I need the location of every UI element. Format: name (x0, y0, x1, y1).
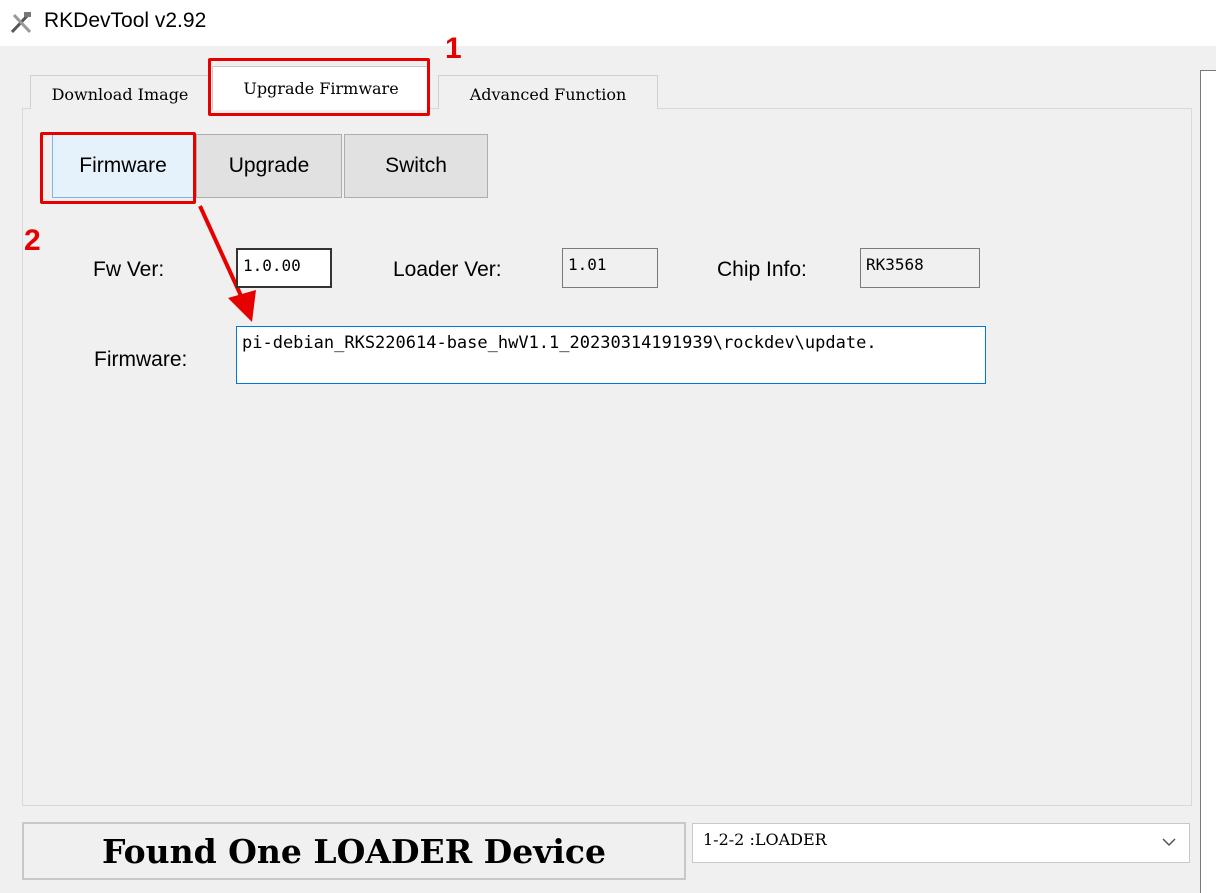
highlight-box-firmware (40, 132, 196, 204)
window-title: RKDevTool v2.92 (44, 9, 207, 32)
firmware-label: Firmware: (94, 348, 188, 371)
device-select-value: 1-2-2 :LOADER (703, 830, 827, 849)
annotation-step-1: 1 (445, 32, 462, 65)
tools-icon (10, 12, 32, 34)
device-list-panel (1200, 70, 1216, 893)
fw-ver-label: Fw Ver: (93, 258, 165, 281)
fw-ver-value: 1.0.00 (236, 248, 332, 288)
switch-button[interactable]: Switch (344, 134, 488, 198)
tab-advanced-function[interactable]: Advanced Function (438, 75, 658, 109)
upgrade-button[interactable]: Upgrade (196, 134, 342, 198)
loader-ver-value: 1.01 (562, 248, 658, 288)
annotation-step-2: 2 (24, 224, 41, 257)
firmware-path-field[interactable]: pi-debian_RKS220614-base_hwV1.1_20230314… (236, 326, 986, 384)
chip-info-label: Chip Info: (717, 258, 807, 281)
device-select[interactable]: 1-2-2 :LOADER (692, 823, 1190, 863)
chevron-down-icon (1162, 838, 1176, 847)
tab-download-image[interactable]: Download Image (30, 75, 210, 109)
chip-info-value: RK3568 (860, 248, 980, 288)
status-message: Found One LOADER Device (22, 822, 686, 880)
loader-ver-label: Loader Ver: (393, 258, 502, 281)
highlight-box-tab (208, 58, 430, 116)
